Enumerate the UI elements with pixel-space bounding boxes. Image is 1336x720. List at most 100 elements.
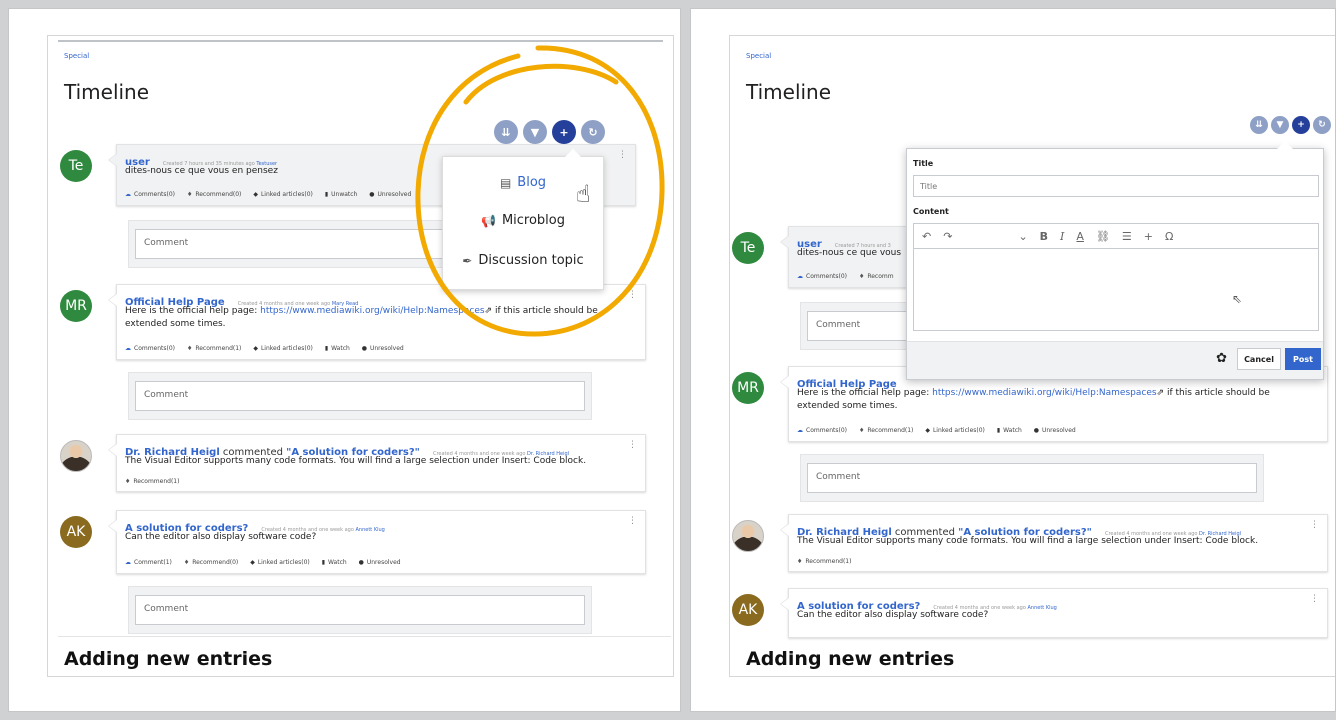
author-link[interactable]: Annett Klug <box>356 527 385 533</box>
linked-articles-action[interactable]: ◆ Linked articles(0) <box>925 427 985 434</box>
comment-input[interactable]: Comment <box>135 381 585 411</box>
linked-articles-action[interactable]: ◆ Linked articles(0) <box>253 345 313 352</box>
content-label: Content <box>913 207 949 216</box>
comment-action[interactable]: ☁ Comment(1) <box>125 559 172 566</box>
new-entry-editor: Title Title Content ↶ ↷ ⌄ B I A ⛓ ☰ + Ω … <box>906 141 1324 380</box>
watch-action[interactable]: ▮ Watch <box>322 559 347 566</box>
filter-icon[interactable]: ▼ <box>1271 116 1289 134</box>
breadcrumb[interactable]: Special <box>64 52 89 60</box>
comment-input[interactable]: Comment <box>135 595 585 625</box>
bold-icon[interactable]: B <box>1040 230 1048 243</box>
sort-icon[interactable]: ⇊ <box>1250 116 1268 134</box>
title-label: Title <box>913 159 934 168</box>
list-icon[interactable]: ☰ <box>1122 230 1132 243</box>
recommend-action[interactable]: ♦ Recomm <box>859 273 894 280</box>
avatar[interactable]: MR <box>732 372 764 404</box>
redo-icon[interactable]: ↷ <box>943 230 952 243</box>
megaphone-icon: 📢 <box>480 213 496 228</box>
insert-icon[interactable]: + <box>1144 230 1153 243</box>
editor-footer: ✿ Cancel Post <box>907 341 1323 379</box>
recommend-action[interactable]: ♦ Recommend(1) <box>859 427 913 434</box>
caption: Adding new entries <box>64 648 273 670</box>
recommend-action[interactable]: ♦ Recommend(1) <box>125 478 179 485</box>
post-button[interactable]: Post <box>1285 348 1321 370</box>
cancel-button[interactable]: Cancel <box>1237 348 1281 370</box>
timeline-entry-comment: Dr. Richard Heigl commented "A solution … <box>108 434 646 492</box>
caption: Adding new entries <box>746 648 955 670</box>
author-link[interactable]: Annett Klug <box>1028 605 1057 611</box>
italic-icon[interactable]: I <box>1060 230 1064 243</box>
entry-text: dites-nous ce que vous <box>797 248 902 258</box>
undo-icon[interactable]: ↶ <box>922 230 931 243</box>
divider <box>58 40 663 42</box>
gear-icon[interactable]: ✿ <box>1216 351 1227 366</box>
help-link[interactable]: https://www.mediawiki.org/wiki/Help:Name… <box>260 306 484 316</box>
avatar[interactable]: Te <box>60 150 92 182</box>
comment-input[interactable]: Comment <box>807 463 1257 493</box>
avatar[interactable] <box>732 520 764 552</box>
unresolved-action[interactable]: ● Unresolved <box>369 191 411 198</box>
avatar[interactable]: MR <box>60 290 92 322</box>
timeline-entry-coders: A solution for coders? Created 4 months … <box>780 588 1328 638</box>
menu-item-microblog[interactable]: 📢 Microblog <box>443 213 603 228</box>
comments-action[interactable]: ☁ Comments(0) <box>125 345 175 352</box>
help-link[interactable]: https://www.mediawiki.org/wiki/Help:Name… <box>932 388 1156 398</box>
refresh-icon[interactable]: ↻ <box>1313 116 1331 134</box>
filter-icon[interactable]: ▼ <box>523 120 547 144</box>
entry-actions: ♦ Recommend(1) <box>797 558 861 565</box>
comment-box: Comment <box>128 372 592 420</box>
entry-text: Can the editor also display software cod… <box>125 532 317 542</box>
title-input[interactable]: Title <box>913 175 1319 197</box>
avatar[interactable]: AK <box>60 516 92 548</box>
special-character-icon[interactable]: Ω <box>1165 230 1173 243</box>
comments-action[interactable]: ☁ Comments(0) <box>125 191 175 198</box>
comments-action[interactable]: ☁ Comments(0) <box>797 427 847 434</box>
entry-text: The Visual Editor supports many code for… <box>125 456 587 466</box>
more-icon[interactable]: ⋮ <box>1310 594 1319 604</box>
entry-actions: ♦ Recommend(1) <box>125 478 189 485</box>
more-icon[interactable]: ⋮ <box>1310 520 1319 530</box>
unresolved-action[interactable]: ● Unresolved <box>359 559 401 566</box>
entry-actions: ☁ Comment(1) ♦ Recommend(0) ◆ Linked articl… <box>125 559 411 566</box>
more-icon[interactable]: ⋮ <box>628 440 637 450</box>
content-area[interactable] <box>913 249 1319 331</box>
more-icon[interactable]: ⋮ <box>618 150 627 160</box>
right-screenshot-panel: Special Timeline ⇊ ▼ + ↻ Te user Created… <box>690 8 1336 712</box>
watch-action[interactable]: ▮ Watch <box>997 427 1022 434</box>
linked-articles-action[interactable]: ◆ Linked articles(0) <box>253 191 313 198</box>
format-dropdown-icon[interactable]: ⌄ <box>1018 230 1027 243</box>
recommend-action[interactable]: ♦ Recommend(0) <box>187 191 241 198</box>
plus-icon[interactable]: + <box>552 120 576 144</box>
divider <box>58 636 671 637</box>
avatar[interactable]: AK <box>732 594 764 626</box>
page-title: Timeline <box>746 80 832 104</box>
timeline-page: Special Timeline ⇊ ▼ + ↻ Te user Created… <box>729 35 1335 677</box>
timeline-entry-help-page: Official Help Page Created 4 months and … <box>108 284 646 360</box>
editor-toolbar: ↶ ↷ ⌄ B I A ⛓ ☰ + Ω <box>913 223 1319 249</box>
avatar[interactable] <box>60 440 92 472</box>
page-title: Timeline <box>64 80 150 104</box>
comments-action[interactable]: ☁ Comments(0) <box>797 273 847 280</box>
text-style-icon[interactable]: A <box>1076 230 1084 243</box>
avatar[interactable]: Te <box>732 232 764 264</box>
sort-icon[interactable]: ⇊ <box>494 120 518 144</box>
breadcrumb[interactable]: Special <box>746 52 771 60</box>
link-icon[interactable]: ⛓ <box>1096 230 1110 243</box>
watch-action[interactable]: ▮ Watch <box>325 345 350 352</box>
blog-icon: ▤ <box>499 175 512 190</box>
linked-articles-action[interactable]: ◆ Linked articles(0) <box>250 559 310 566</box>
refresh-icon[interactable]: ↻ <box>581 120 605 144</box>
recommend-action[interactable]: ♦ Recommend(1) <box>797 558 851 565</box>
more-icon[interactable]: ⋮ <box>628 290 637 300</box>
unresolved-action[interactable]: ● Unresolved <box>362 345 404 352</box>
timeline-page: Special Timeline ⇊ ▼ + ↻ Te user Created… <box>47 35 674 677</box>
more-icon[interactable]: ⋮ <box>628 516 637 526</box>
entry-actions: ☁ Comments(0) ♦ Recommend(1) ◆ Linked artic… <box>125 345 414 352</box>
recommend-action[interactable]: ♦ Recommend(0) <box>184 559 238 566</box>
hand-cursor-icon: ☝ <box>576 180 591 208</box>
plus-icon[interactable]: + <box>1292 116 1310 134</box>
menu-item-discussion-topic[interactable]: ✒ Discussion topic <box>443 253 603 268</box>
unwatch-action[interactable]: ▮ Unwatch <box>325 191 358 198</box>
unresolved-action[interactable]: ● Unresolved <box>1034 427 1076 434</box>
recommend-action[interactable]: ♦ Recommend(1) <box>187 345 241 352</box>
